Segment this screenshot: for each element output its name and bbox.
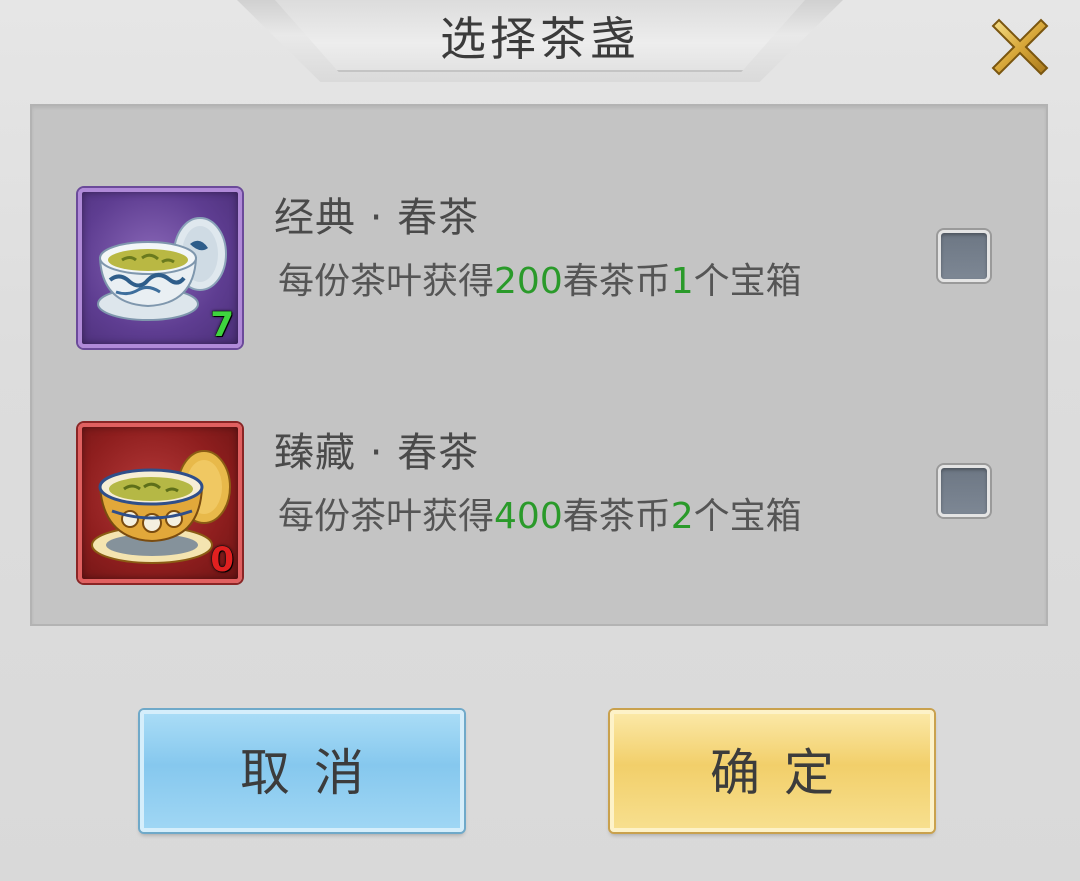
cancel-button[interactable]: 取消 — [140, 710, 464, 832]
close-button[interactable] — [985, 12, 1055, 82]
item-name: 经典 · 春茶 — [274, 195, 480, 241]
tea-item-premium: 0 臻藏 · 春茶 每份茶叶获得400春茶币2个宝箱 — [78, 423, 1058, 588]
close-x-icon — [991, 18, 1049, 76]
chest-amount: 1 — [670, 261, 694, 302]
item-slot-premium[interactable]: 0 — [78, 423, 242, 583]
coin-amount: 200 — [494, 261, 563, 302]
desc-prefix: 每份茶叶获得 — [278, 261, 495, 302]
coin-amount: 400 — [494, 496, 563, 537]
tea-item-classic: 7 经典 · 春茶 每份茶叶获得200春茶币1个宝箱 — [78, 188, 1058, 353]
desc-prefix: 每份茶叶获得 — [278, 496, 495, 537]
item-description: 每份茶叶获得200春茶币1个宝箱 — [278, 256, 802, 308]
desc-suffix: 个宝箱 — [693, 496, 802, 537]
item-count: 7 — [210, 305, 235, 345]
item-count: 0 — [210, 540, 235, 580]
confirm-button[interactable]: 确定 — [610, 710, 934, 832]
item-name: 臻藏 · 春茶 — [274, 430, 480, 476]
select-checkbox-classic[interactable] — [938, 230, 990, 282]
desc-middle: 春茶币 — [562, 496, 671, 537]
item-description: 每份茶叶获得400春茶币2个宝箱 — [278, 491, 802, 543]
item-slot-classic[interactable]: 7 — [78, 188, 242, 348]
dialog-title: 选择茶盏 — [440, 12, 640, 66]
chest-amount: 2 — [670, 496, 694, 537]
desc-middle: 春茶币 — [562, 261, 671, 302]
select-checkbox-premium[interactable] — [938, 465, 990, 517]
desc-suffix: 个宝箱 — [693, 261, 802, 302]
